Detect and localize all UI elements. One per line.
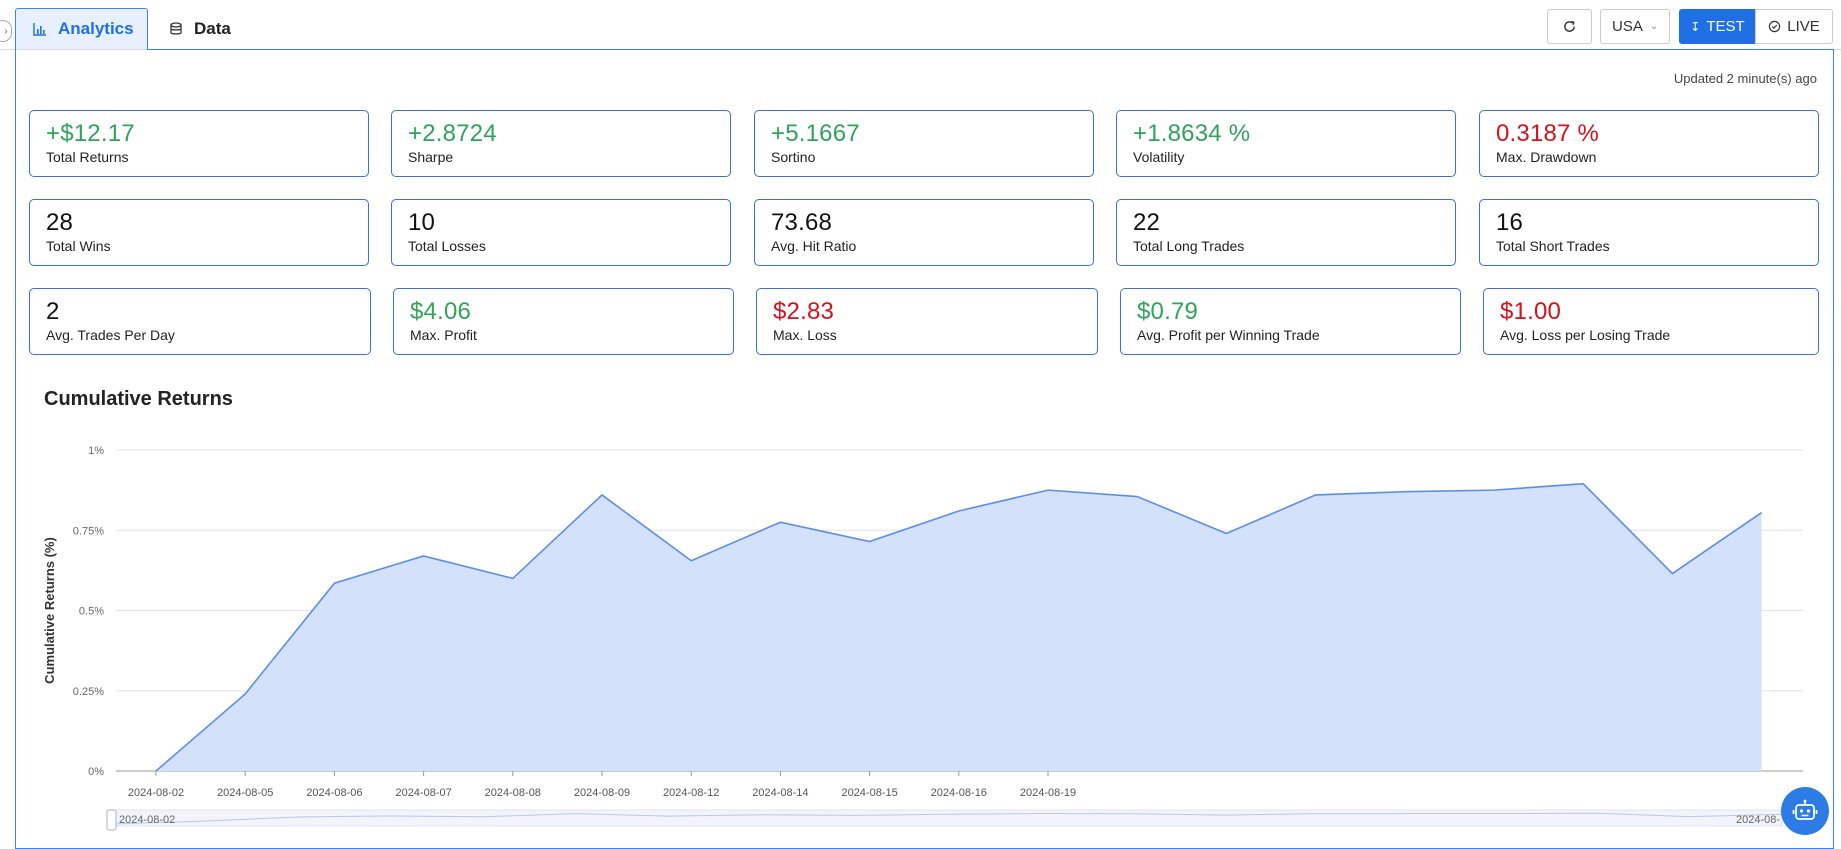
area-fill	[156, 483, 1762, 771]
robot-icon	[1792, 799, 1818, 820]
y-tick-label: 0.25%	[73, 686, 104, 698]
x-tick-label: 2024-08-08	[485, 787, 541, 799]
cumulative-returns-chart: 0% 0.25% 0.5% 0.75% 1% Cumulative Returns (%)…	[42, 445, 1803, 831]
y-axis-label: Cumulative Returns (%)	[42, 537, 57, 684]
zoom-slider-start-label: 2024-08-02	[119, 814, 175, 826]
x-tick-label: 2024-08-15	[841, 787, 897, 799]
x-tick-label: 2024-08-05	[217, 787, 273, 799]
x-tick-label: 2024-08-02	[128, 787, 184, 799]
y-tick-label: 0.5%	[79, 606, 104, 618]
y-tick-label: 0.75%	[73, 525, 104, 537]
x-tick-label: 2024-08-14	[752, 787, 808, 799]
zoom-slider-end-label: 2024-08-	[1736, 814, 1780, 826]
x-tick-label: 2024-08-12	[663, 787, 719, 799]
x-tick-label: 2024-08-07	[395, 787, 451, 799]
x-tick-label: 2024-08-06	[306, 787, 362, 799]
zoom-slider-track	[111, 809, 1783, 827]
y-tick-label: 0%	[88, 766, 104, 778]
zoom-slider-handle	[106, 809, 117, 831]
x-tick-label: 2024-08-09	[574, 787, 630, 799]
y-tick-label: 1%	[88, 445, 104, 457]
x-tick-label: 2024-08-19	[1020, 787, 1076, 799]
x-tick-label: 2024-08-16	[931, 787, 987, 799]
assistant-chat-button[interactable]	[1781, 787, 1829, 835]
